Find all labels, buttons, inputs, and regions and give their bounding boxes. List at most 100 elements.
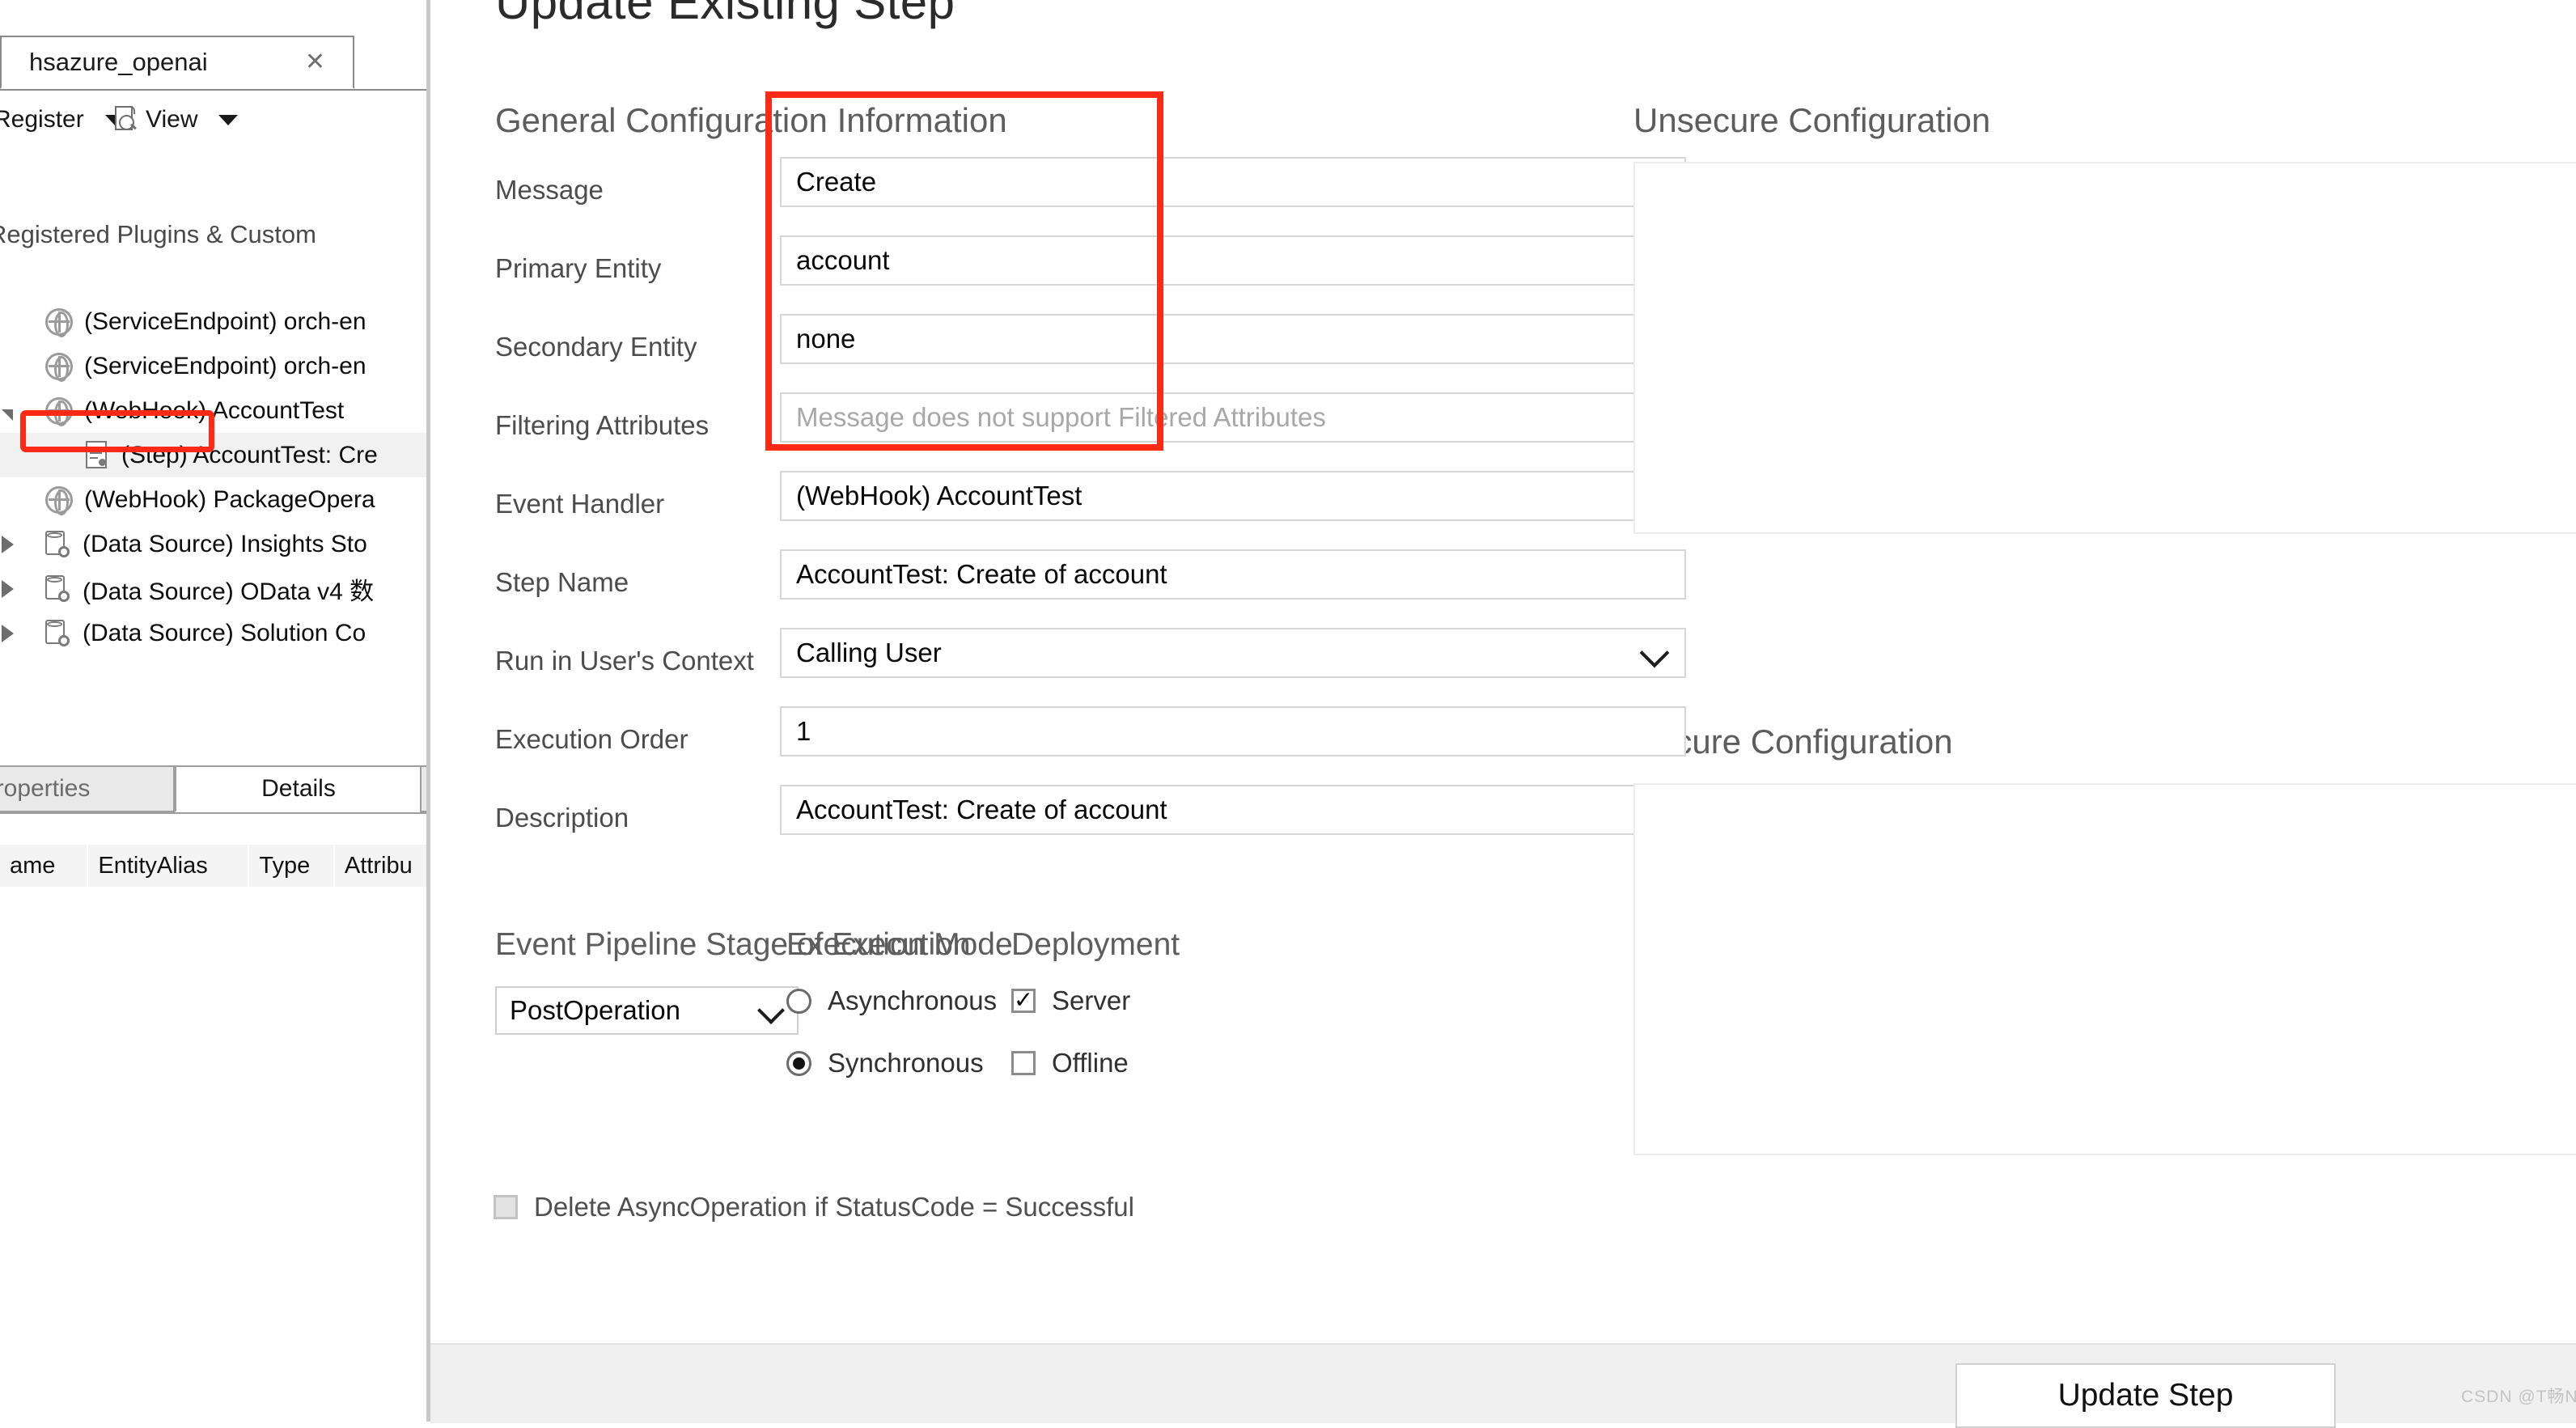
plugin-registration-left-panel: hsazure_openai ✕ Register View Registere… [0, 0, 426, 1422]
tree-item-webhook-accounttest[interactable]: (WebHook) AccountTest [0, 388, 426, 433]
execution-mode-synchronous-radio[interactable]: Synchronous [786, 1044, 984, 1083]
bottom-tab-baseline [0, 812, 426, 814]
tree-item-serviceendpoint-2[interactable]: (ServiceEndpoint) orch-en [0, 344, 426, 388]
tab-details-label: Details [261, 775, 336, 802]
connection-tab-label: hsazure_openai [29, 48, 208, 76]
tab-properties[interactable]: roperties [0, 765, 175, 812]
message-value: Create [796, 167, 877, 197]
execution-mode-synchronous-label: Synchronous [828, 1048, 984, 1078]
deployment-offline-checkbox[interactable]: Offline [1011, 1044, 1129, 1083]
globe-icon [45, 396, 73, 426]
primary-entity-value: account [796, 245, 890, 275]
connection-tab-hsazure-openai[interactable]: hsazure_openai ✕ [0, 36, 354, 89]
details-grid-header: ame EntityAlias Type Attribu [0, 845, 426, 887]
tab-properties-label: roperties [0, 775, 91, 802]
chevron-down-icon[interactable] [218, 114, 239, 125]
description-value: AccountTest: Create of account [796, 795, 1167, 824]
field-row-primary-entity: Primary Entity account [495, 235, 1686, 289]
expander-expand-icon[interactable] [2, 535, 14, 553]
filtering-attributes-placeholder: Message does not support Filtered Attrib… [796, 402, 1326, 432]
field-row-description: Description AccountTest: Create of accou… [495, 785, 1686, 838]
bottom-tab-strip: roperties Details [0, 765, 426, 814]
event-handler-value: (WebHook) AccountTest [796, 481, 1083, 511]
secondary-entity-value: none [796, 324, 856, 354]
tree-item-label: (ServiceEndpoint) orch-en [84, 307, 366, 335]
chevron-down-icon[interactable] [1639, 638, 1670, 668]
execution-mode-asynchronous-label: Asynchronous [828, 985, 998, 1015]
close-icon[interactable]: ✕ [305, 50, 325, 74]
datasource-icon [45, 574, 71, 604]
event-pipeline-stage-select[interactable]: PostOperation [495, 986, 799, 1035]
tree-item-label: (WebHook) AccountTest [84, 396, 345, 424]
event-pipeline-stage-value: PostOperation [510, 995, 680, 1025]
grid-column-type[interactable]: Type [248, 845, 333, 887]
tree-item-label: (Data Source) Insights Sto [83, 530, 367, 557]
description-input[interactable]: AccountTest: Create of account [780, 785, 1686, 835]
tree-item-webhook-packageoperation[interactable]: (WebHook) PackageOpera [0, 477, 426, 522]
view-button-label: View [146, 106, 198, 133]
general-configuration-heading: General Configuration Information [495, 101, 1007, 139]
deployment-offline-label: Offline [1052, 1048, 1129, 1078]
tree-item-label: (Data Source) OData v4 数 [83, 578, 375, 605]
delete-asyncoperation-checkbox[interactable]: Delete AsyncOperation if StatusCode = Su… [494, 1188, 1134, 1227]
deployment-heading: Deployment [1011, 927, 1180, 962]
globe-icon [45, 352, 73, 382]
checkbox-disabled-icon [494, 1195, 518, 1219]
run-in-users-context-select[interactable]: Calling User [780, 628, 1686, 678]
filtering-attributes-input[interactable]: Message does not support Filtered Attrib… [780, 392, 1686, 443]
execution-mode-heading: Execution Mode [786, 927, 1013, 962]
event-handler-select[interactable]: (WebHook) AccountTest [780, 471, 1686, 521]
view-page-search-icon [113, 106, 138, 133]
unsecure-configuration-textarea[interactable] [1633, 162, 2576, 534]
field-row-run-in-users-context: Run in User's Context Calling User [495, 628, 1686, 681]
deployment-server-checkbox[interactable]: Server [1011, 981, 1130, 1020]
update-step-button-label: Update Step [2057, 1378, 2234, 1413]
field-label-primary-entity: Primary Entity [495, 253, 662, 283]
left-toolbar: Register View [0, 91, 426, 149]
step-name-value: AccountTest: Create of account [796, 559, 1167, 589]
tab-overflow[interactable] [420, 765, 426, 812]
expander-expand-icon[interactable] [2, 579, 14, 598]
secure-configuration-textarea[interactable] [1633, 783, 2576, 1155]
execution-order-value: 1 [796, 716, 811, 746]
tree-item-label: (Data Source) Solution Co [83, 619, 366, 646]
field-row-event-handler: Event Handler (WebHook) AccountTest [495, 471, 1686, 524]
secondary-entity-input[interactable]: none [780, 314, 1686, 364]
field-row-filtering-attributes: Filtering Attributes Message does not su… [495, 392, 1686, 446]
globe-icon [45, 307, 73, 337]
grid-column-entityalias[interactable]: EntityAlias [87, 845, 248, 887]
field-label-message: Message [495, 175, 604, 205]
tree-item-datasource-insights-store[interactable]: (Data Source) Insights Sto [0, 522, 426, 566]
checkbox-checked-icon [1011, 989, 1036, 1013]
tab-details[interactable]: Details [175, 765, 422, 812]
execution-order-input[interactable]: 1 [780, 706, 1686, 756]
chevron-down-icon[interactable] [757, 997, 785, 1024]
message-input[interactable]: Create [780, 157, 1686, 207]
field-label-filtering-attributes: Filtering Attributes [495, 410, 710, 440]
step-name-input[interactable]: AccountTest: Create of account [780, 549, 1686, 600]
update-step-button[interactable]: Update Step [1955, 1363, 2336, 1428]
tree-item-label: (Step) AccountTest: Cre [121, 441, 378, 468]
radio-unchecked-icon [786, 988, 811, 1014]
field-label-step-name: Step Name [495, 567, 629, 597]
tree-item-step-accounttest-create[interactable]: (Step) AccountTest: Cre [0, 433, 426, 477]
run-in-users-context-value: Calling User [796, 638, 942, 667]
field-label-secondary-entity: Secondary Entity [495, 332, 697, 362]
tree-item-datasource-solution-component[interactable]: (Data Source) Solution Co [0, 611, 426, 655]
field-label-run-in-users-context: Run in User's Context [495, 646, 754, 676]
tree-heading: Registered Plugins & Custom [0, 220, 316, 248]
update-existing-step-dialog: Update Existing Step General Configurati… [430, 0, 2576, 1428]
globe-icon [45, 485, 73, 515]
radio-checked-icon [786, 1050, 811, 1076]
connection-tab-strip: hsazure_openai ✕ [0, 32, 426, 91]
view-button[interactable]: View [113, 91, 239, 149]
step-document-icon [86, 440, 110, 470]
expander-expand-icon[interactable] [2, 624, 14, 642]
tree-item-serviceendpoint-1[interactable]: (ServiceEndpoint) orch-en [0, 299, 426, 344]
primary-entity-input[interactable]: account [780, 235, 1686, 286]
register-button[interactable]: Register [0, 91, 125, 149]
grid-column-attributes[interactable]: Attribu [333, 845, 426, 887]
grid-column-name[interactable]: ame [0, 845, 87, 887]
execution-mode-asynchronous-radio[interactable]: Asynchronous [786, 981, 997, 1020]
tree-item-datasource-odata-v4[interactable]: (Data Source) OData v4 数 [0, 566, 426, 611]
